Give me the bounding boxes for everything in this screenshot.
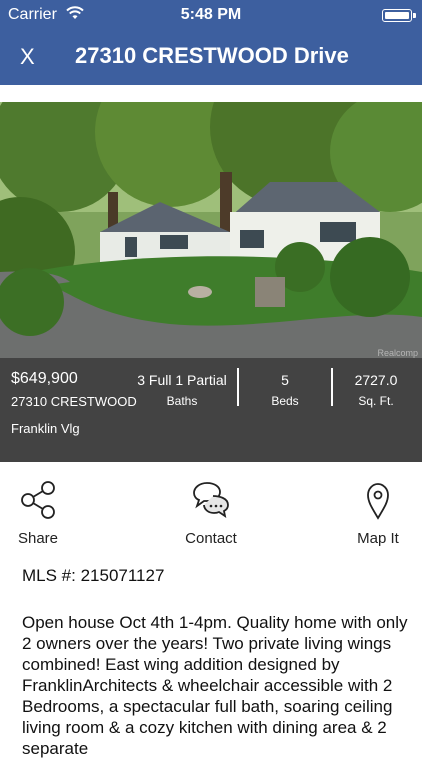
- sqft-label: Sq. Ft.: [358, 394, 394, 408]
- contact-label: Contact: [185, 530, 237, 547]
- listing-summary: $649,900 27310 CRESTWOOD Franklin Vlg 3 …: [0, 358, 422, 462]
- stat-divider: [331, 368, 333, 406]
- listing-price: $649,900: [11, 370, 78, 387]
- share-icon: [21, 481, 55, 519]
- battery-icon: [382, 9, 416, 22]
- chat-bubbles-icon: [193, 482, 229, 518]
- beds-stat: 5 Beds: [240, 372, 330, 408]
- mls-number: MLS #: 215071127: [22, 566, 165, 585]
- page-title: 27310 CRESTWOOD Drive: [75, 43, 349, 68]
- listing-description: Open house Oct 4th 1-4pm. Quality home w…: [22, 613, 408, 758]
- status-time: 5:48 PM: [180, 6, 242, 23]
- listing-address: 27310 CRESTWOOD: [11, 394, 137, 409]
- map-label: Map It: [357, 530, 399, 547]
- property-photo[interactable]: Realcomp: [0, 102, 422, 360]
- share-button[interactable]: Share: [0, 480, 88, 547]
- beds-label: Beds: [271, 394, 299, 408]
- house-image: [0, 102, 422, 360]
- sqft-value: 2727.0: [354, 372, 398, 388]
- close-button[interactable]: X: [20, 44, 35, 70]
- nav-bar: X 27310 CRESTWOOD Drive: [0, 30, 422, 85]
- baths-stat: 3 Full 1 Partial Baths: [128, 372, 236, 408]
- map-pin-icon: [367, 483, 389, 520]
- map-button[interactable]: Map It: [328, 480, 422, 547]
- sqft-stat: 2727.0 Sq. Ft.: [334, 372, 418, 408]
- action-row: Share Contact Map It: [0, 470, 422, 550]
- status-bar: Carrier 5:48 PM: [0, 0, 422, 30]
- share-label: Share: [17, 530, 59, 547]
- contact-button[interactable]: Contact: [161, 480, 261, 547]
- baths-label: Baths: [166, 394, 198, 408]
- stat-divider: [237, 368, 239, 406]
- listing-city: Franklin Vlg: [11, 421, 80, 436]
- baths-value: 3 Full 1 Partial: [137, 372, 227, 388]
- beds-value: 5: [281, 372, 289, 388]
- photo-credit: Realcomp: [377, 348, 418, 358]
